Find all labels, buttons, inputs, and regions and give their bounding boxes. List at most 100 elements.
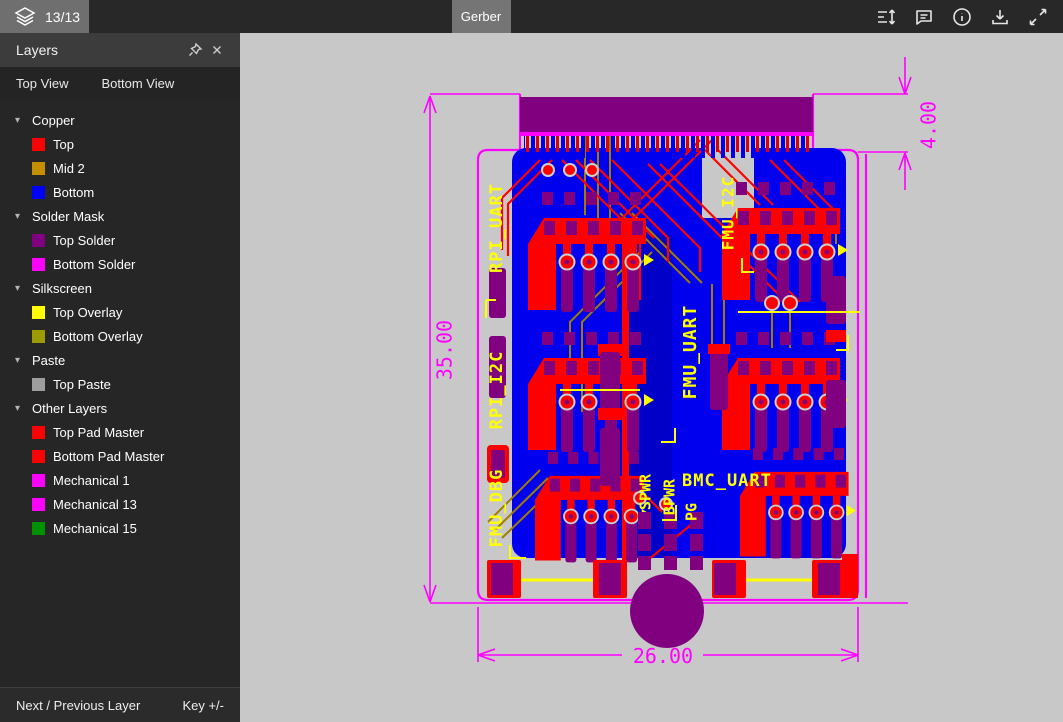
gerber-viewer-app: 13/13 Gerber — [0, 0, 1063, 722]
label-fmu-dbg: FMU_DBG — [487, 469, 507, 548]
layer-color-swatch — [32, 498, 45, 511]
layer-item-label: Bottom — [53, 185, 94, 200]
tab-bottom-view[interactable]: Bottom View — [102, 76, 175, 91]
layer-item-label: Bottom Pad Master — [53, 449, 164, 464]
layer-item-bottom-overlay[interactable]: Bottom Overlay — [0, 324, 240, 348]
layer-group-copper[interactable]: ▾ Copper — [0, 108, 240, 132]
top-bar: 13/13 Gerber — [0, 0, 1063, 33]
layer-item-top-overlay[interactable]: Top Overlay — [0, 300, 240, 324]
mask-circle — [630, 574, 704, 648]
layer-item-label: Top Pad Master — [53, 425, 144, 440]
layers-panel-header: Layers — [0, 33, 240, 67]
layer-item-bottom-pad-master[interactable]: Bottom Pad Master — [0, 444, 240, 468]
tab-gerber-label: Gerber — [461, 9, 501, 24]
layer-item-label: Mechanical 1 — [53, 473, 130, 488]
chevron-down-icon: ▾ — [15, 211, 25, 222]
layer-group-other-layers[interactable]: ▾ Other Layers — [0, 396, 240, 420]
layer-item-bottom-solder[interactable]: Bottom Solder — [0, 252, 240, 276]
layers-counter-button[interactable]: 13/13 — [0, 0, 89, 33]
layer-color-swatch — [32, 306, 45, 319]
tab-gerber[interactable]: Gerber — [452, 0, 511, 33]
gerber-canvas[interactable]: 35.00 26.00 4.00 — [240, 33, 1063, 722]
layer-group-label: Other Layers — [32, 401, 107, 416]
layers-panel-footer: Next / Previous Layer Key +/- — [0, 687, 240, 722]
label-bpwr: BPWR — [661, 478, 679, 515]
layer-group-paste[interactable]: ▾ Paste — [0, 348, 240, 372]
layers-list: ▾ Copper Top Mid 2 Bottom ▾ Solder Mask Top Sol… — [0, 100, 240, 687]
comments-button[interactable] — [911, 4, 937, 30]
layer-item-mechanical-15[interactable]: Mechanical 15 — [0, 516, 240, 540]
layer-color-swatch — [32, 522, 45, 535]
edge-connector — [520, 97, 813, 158]
chevron-down-icon: ▾ — [15, 355, 25, 366]
key-shortcut-hint: Key +/- — [182, 698, 224, 713]
label-fmu-uart: FMU_UART — [680, 305, 701, 400]
layers-count-label: 13/13 — [45, 9, 80, 25]
close-icon — [210, 43, 224, 57]
pcb-render: 35.00 26.00 4.00 — [240, 33, 1063, 722]
layer-item-label: Bottom Overlay — [53, 329, 143, 344]
label-pg: PG — [683, 503, 701, 521]
expand-icon — [1027, 6, 1049, 28]
label-rpi-i2c: RPI_I2C — [487, 351, 507, 430]
layer-item-label: Top Paste — [53, 377, 111, 392]
layers-panel: Layers Top View Bottom View ▾ Copper Top Mi… — [0, 33, 240, 722]
layer-item-top-pad-master[interactable]: Top Pad Master — [0, 420, 240, 444]
pin-panel-button[interactable] — [184, 39, 206, 61]
layer-color-swatch — [32, 186, 45, 199]
layer-group-label: Silkscreen — [32, 281, 92, 296]
label-rpi-uart: RPI_UART — [487, 183, 507, 273]
comment-icon — [913, 6, 935, 28]
layer-item-label: Mid 2 — [53, 161, 85, 176]
layer-item-mechanical-13[interactable]: Mechanical 13 — [0, 492, 240, 516]
label-spwr: SPWR — [637, 473, 655, 510]
layer-group-label: Solder Mask — [32, 209, 104, 224]
layer-color-swatch — [32, 330, 45, 343]
layer-item-top[interactable]: Top — [0, 132, 240, 156]
download-button[interactable] — [987, 4, 1013, 30]
label-fmu-i2c: FMU_I2C — [719, 176, 738, 250]
layer-color-swatch — [32, 138, 45, 151]
layer-group-solder-mask[interactable]: ▾ Solder Mask — [0, 204, 240, 228]
layer-item-top-solder[interactable]: Top Solder — [0, 228, 240, 252]
layer-color-swatch — [32, 426, 45, 439]
fullscreen-button[interactable] — [1025, 4, 1051, 30]
layer-color-swatch — [32, 162, 45, 175]
info-button[interactable] — [949, 4, 975, 30]
layers-panel-title: Layers — [16, 42, 58, 58]
layer-item-label: Mechanical 15 — [53, 521, 137, 536]
chevron-down-icon: ▾ — [15, 283, 25, 294]
info-icon — [951, 6, 973, 28]
layer-item-mid-2[interactable]: Mid 2 — [0, 156, 240, 180]
top-bar-actions — [873, 0, 1063, 33]
view-tabs: Top View Bottom View — [0, 67, 240, 100]
layer-item-label: Top Overlay — [53, 305, 122, 320]
layer-color-swatch — [32, 378, 45, 391]
layer-color-swatch — [32, 450, 45, 463]
layer-stackup-button[interactable] — [873, 4, 899, 30]
dim-connector-offset: 4.00 — [917, 101, 941, 149]
download-icon — [989, 6, 1011, 28]
layer-item-mechanical-1[interactable]: Mechanical 1 — [0, 468, 240, 492]
label-bmc-uart: BMC_UART — [682, 471, 772, 491]
layer-color-swatch — [32, 474, 45, 487]
layer-item-label: Top Solder — [53, 233, 115, 248]
tab-top-view[interactable]: Top View — [16, 76, 69, 91]
layer-item-label: Mechanical 13 — [53, 497, 137, 512]
layer-item-label: Top — [53, 137, 74, 152]
close-panel-button[interactable] — [206, 39, 228, 61]
next-previous-layer-hint: Next / Previous Layer — [16, 698, 140, 713]
layer-item-bottom[interactable]: Bottom — [0, 180, 240, 204]
layer-group-label: Copper — [32, 113, 75, 128]
layer-color-swatch — [32, 258, 45, 271]
top-bar-middle: Gerber — [89, 0, 873, 33]
chevron-down-icon: ▾ — [15, 403, 25, 414]
layer-item-label: Bottom Solder — [53, 257, 135, 272]
dim-board-height: 35.00 — [433, 320, 457, 380]
chevron-down-icon: ▾ — [15, 115, 25, 126]
layer-item-top-paste[interactable]: Top Paste — [0, 372, 240, 396]
layer-group-label: Paste — [32, 353, 65, 368]
layers-icon — [13, 5, 37, 29]
layer-color-swatch — [32, 234, 45, 247]
layer-group-silkscreen[interactable]: ▾ Silkscreen — [0, 276, 240, 300]
